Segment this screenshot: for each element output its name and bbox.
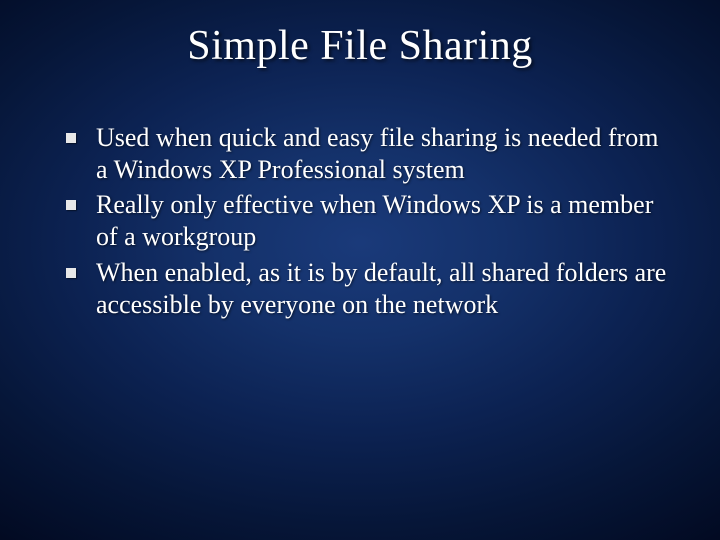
bullet-list: Used when quick and easy file sharing is… [48, 122, 672, 320]
slide-title: Simple File Sharing [48, 22, 672, 70]
list-item: Really only effective when Windows XP is… [52, 189, 668, 252]
list-item: When enabled, as it is by default, all s… [52, 257, 668, 320]
slide: Simple File Sharing Used when quick and … [0, 0, 720, 540]
list-item: Used when quick and easy file sharing is… [52, 122, 668, 185]
